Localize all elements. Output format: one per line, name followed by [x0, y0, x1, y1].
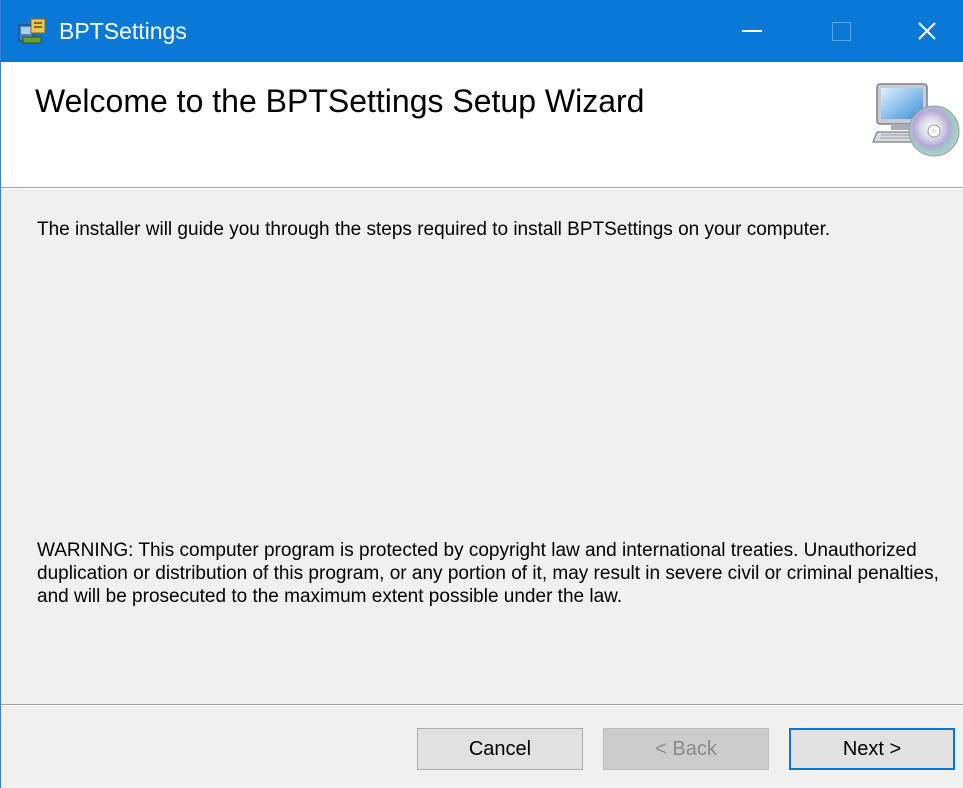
intro-text: The installer will guide you through the…: [37, 219, 831, 240]
title-bar[interactable]: BPTSettings: [1, 0, 963, 62]
cancel-button[interactable]: Cancel: [417, 728, 583, 770]
page-title: Welcome to the BPTSettings Setup Wizard: [35, 83, 645, 119]
next-button[interactable]: Next >: [789, 728, 955, 770]
maximize-button[interactable]: [801, 0, 881, 62]
minimize-button[interactable]: [712, 0, 792, 62]
minimize-icon: [742, 30, 762, 32]
installer-icon: [18, 18, 46, 44]
close-button[interactable]: [890, 0, 963, 62]
wizard-header: Welcome to the BPTSettings Setup Wizard: [1, 62, 963, 188]
close-icon: [918, 22, 936, 40]
copyright-warning: WARNING: This computer program is protec…: [37, 540, 939, 607]
back-button[interactable]: < Back: [603, 728, 769, 770]
setup-wizard-window: BPTSettings Welcome to the BPTSettings S…: [0, 0, 963, 788]
maximize-icon: [831, 21, 851, 41]
header-divider: [1, 188, 963, 189]
window-title: BPTSettings: [59, 18, 187, 44]
computer-cd-icon: [872, 83, 960, 157]
button-separator: [1, 704, 963, 706]
